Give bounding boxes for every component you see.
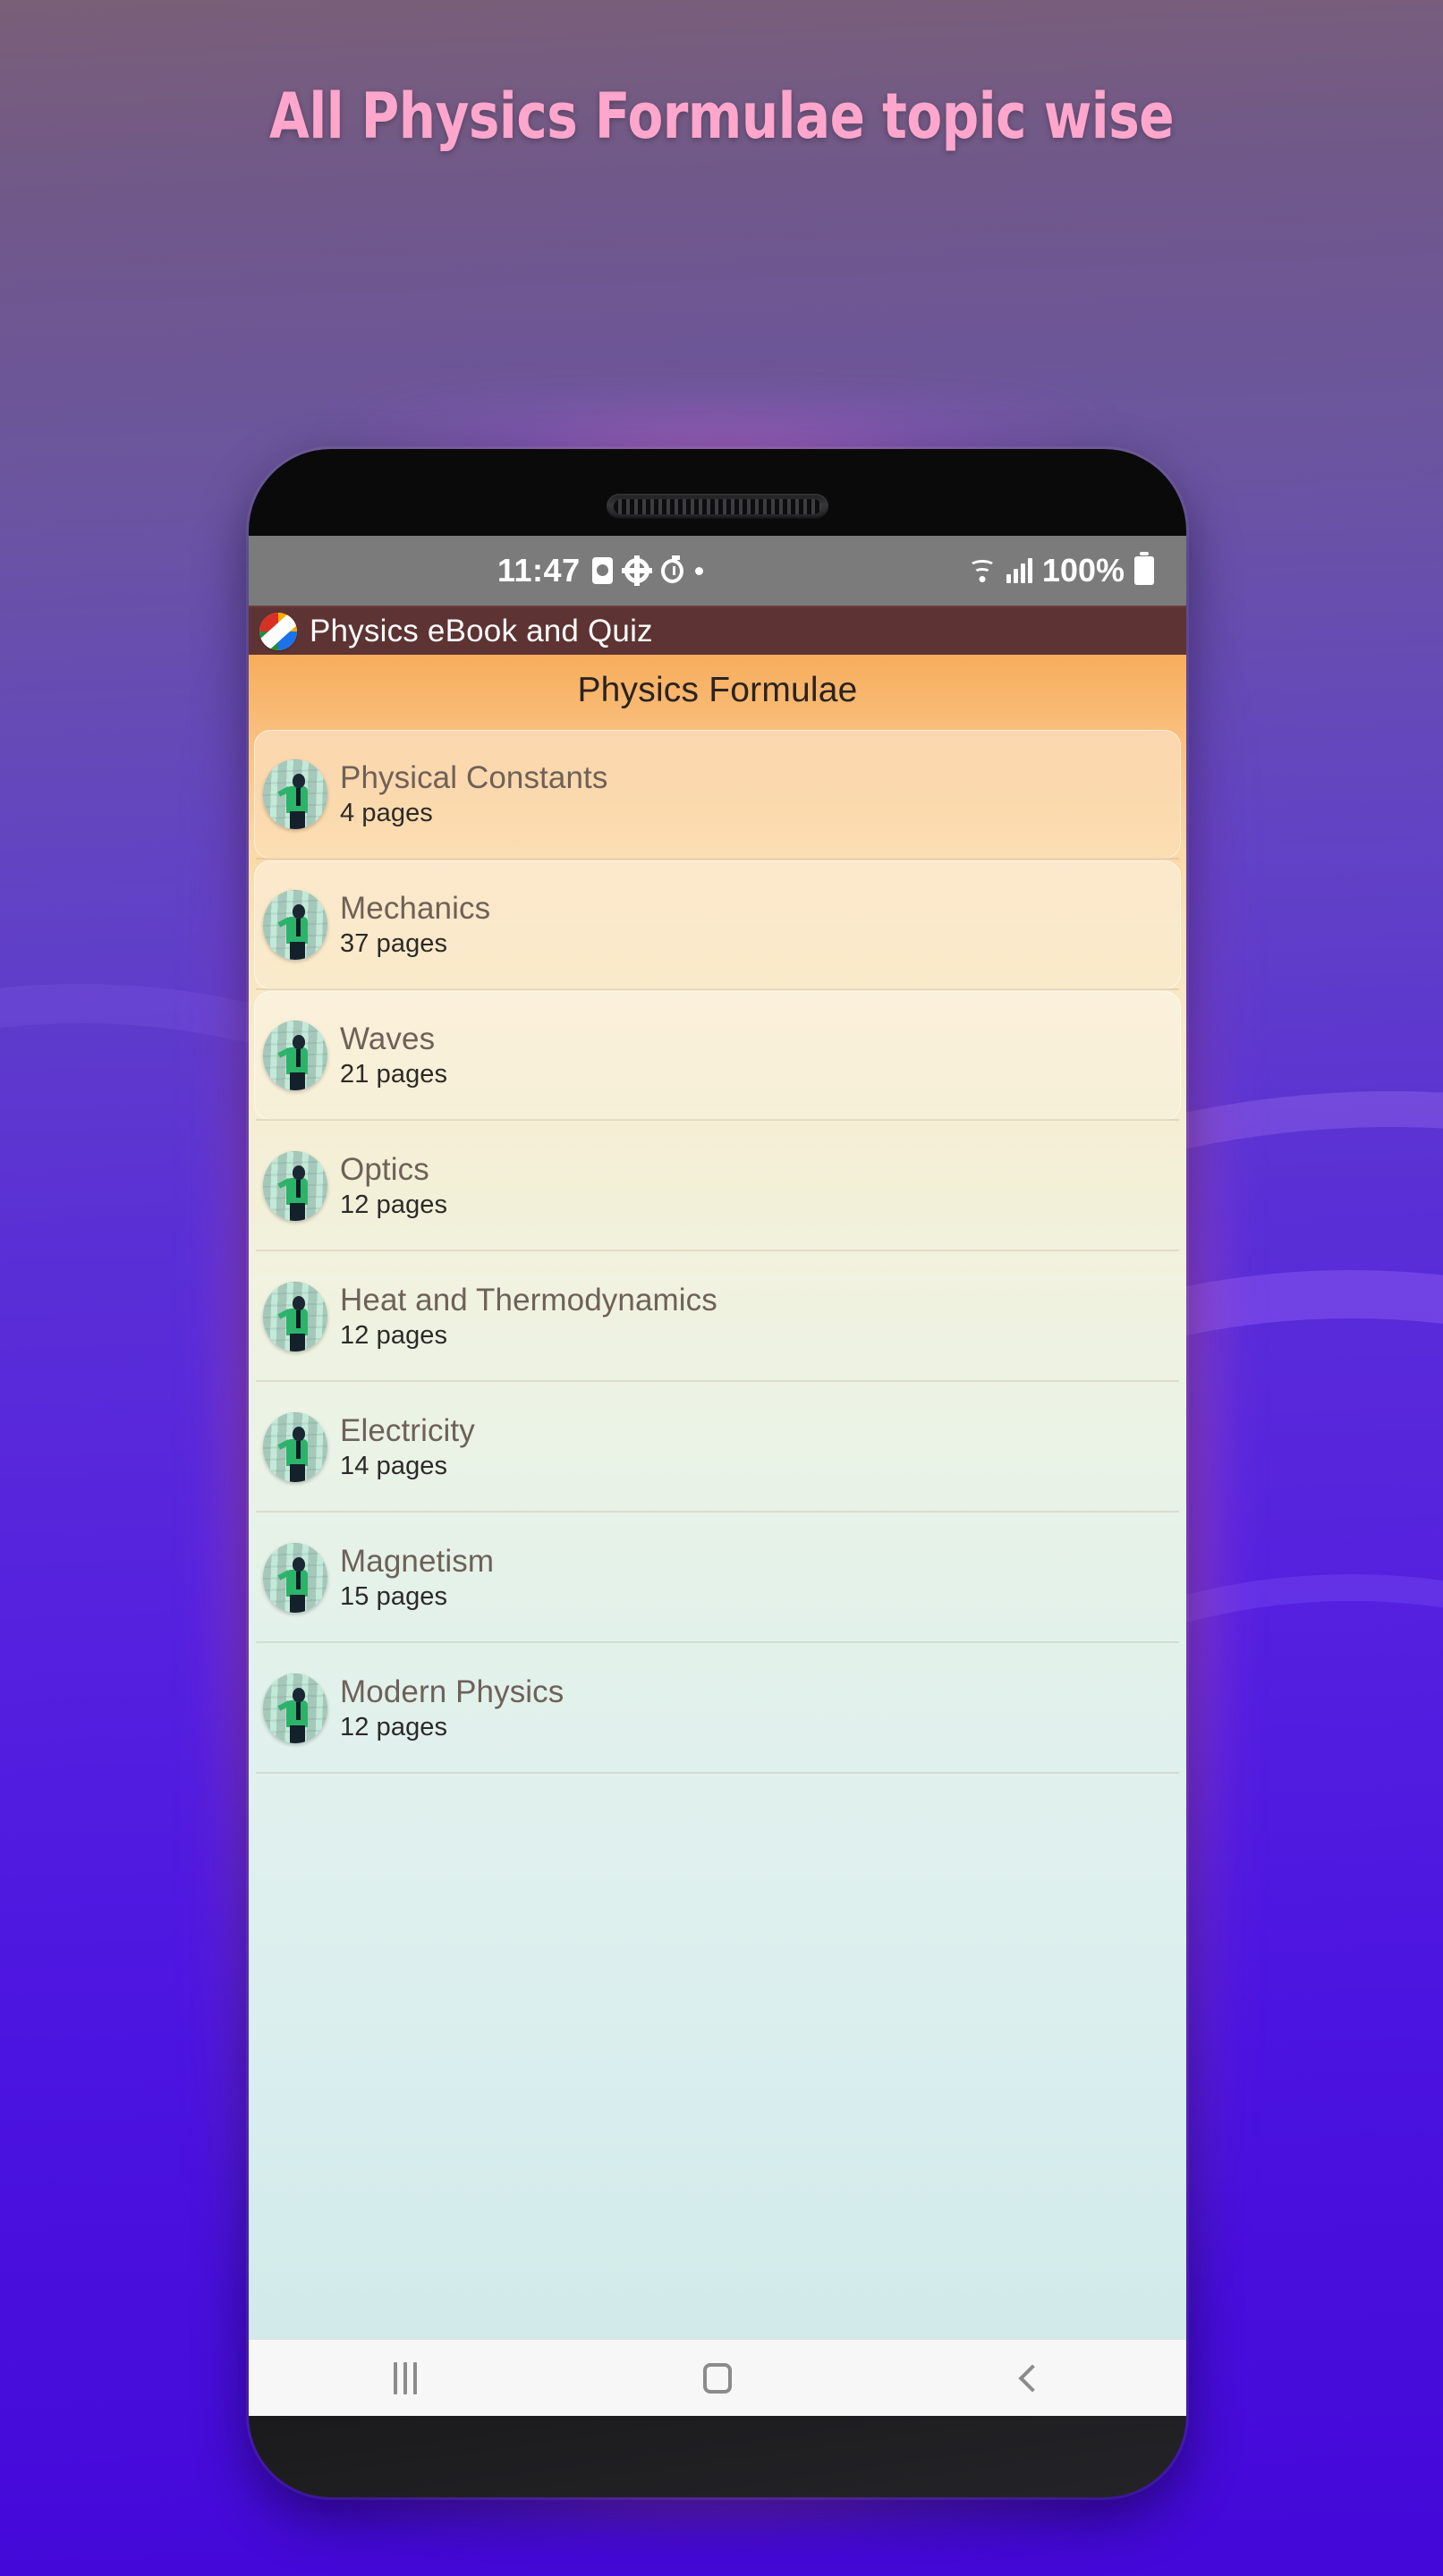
topic-list-item-text: Waves 21 pages [340,1023,447,1088]
chevron-left-icon [1018,2363,1047,2393]
avatar-head [293,1165,305,1180]
avatar-tie [296,1702,301,1720]
topic-page-count: 12 pages [340,1191,448,1219]
avatar-head [293,1296,305,1310]
avatar-head [293,1557,305,1572]
back-button[interactable] [874,2340,1186,2416]
content-area: Physics Formulae Physical Constants 4 pag… [249,655,1186,2339]
wifi-icon [968,559,997,582]
topic-page-count: 4 pages [340,799,433,827]
status-bar: 11:47 100% [249,536,1186,606]
topic-title: Waves [340,1021,436,1056]
topic-page-count: 14 pages [340,1452,448,1480]
recents-button[interactable] [249,2340,561,2416]
avatar-legs [290,1725,305,1743]
avatar-tie [296,1049,301,1067]
avatar-head [293,1035,305,1049]
topic-list-item-text: Heat and Thermodynamics 12 pages [340,1284,717,1349]
earpiece-grille [614,499,821,514]
avatar-head [293,1427,305,1441]
teacher-chalkboard-avatar-icon [263,1151,327,1221]
recents-icon [393,2361,417,2394]
topic-list: Physical Constants 4 pages Mechanics 37 pag… [249,730,1186,1774]
teacher-chalkboard-avatar-icon [263,890,327,960]
android-navigation-bar [249,2339,1186,2416]
topic-title: Modern Physics [340,1674,564,1709]
topic-list-item[interactable]: Magnetism 15 pages [254,1513,1181,1643]
home-button[interactable] [561,2340,873,2416]
topic-title: Mechanics [340,891,491,926]
app-bar: Physics eBook and Quiz [249,606,1186,655]
topic-page-count: 15 pages [340,1582,448,1611]
avatar-legs [290,1072,305,1090]
teacher-chalkboard-avatar-icon [263,1412,327,1482]
teacher-chalkboard-avatar-icon [263,1674,327,1743]
clock-badge-icon [591,557,613,584]
topic-list-item[interactable]: Physical Constants 4 pages [254,730,1181,860]
topic-list-item[interactable]: Heat and Thermodynamics 12 pages [254,1252,1181,1382]
topic-list-item-text: Optics 12 pages [340,1154,447,1218]
avatar-legs [290,811,305,829]
avatar-tie [296,1310,301,1328]
page-title: Physics Formulae [577,671,858,709]
dot-icon [694,566,703,575]
topic-list-item-text: Magnetism 15 pages [340,1546,494,1610]
topic-page-count: 21 pages [340,1060,448,1089]
status-bar-right-group: 100% [968,552,1154,589]
home-icon [702,2362,732,2394]
status-bar-left-group: 11:47 [497,552,703,589]
earpiece-speaker-icon [607,494,828,519]
topic-list-item[interactable]: Electricity 14 pages [254,1383,1181,1513]
topic-list-item[interactable]: Waves 21 pages [254,991,1181,1121]
promo-headline: All Physics Formulae topic wise [0,0,1443,233]
stopwatch-icon [660,555,683,583]
topic-list-item-text: Mechanics 37 pages [340,893,490,957]
avatar-tie [296,1441,301,1459]
teacher-chalkboard-avatar-icon [263,1282,327,1352]
topic-list-item-text: Physical Constants 4 pages [340,762,607,826]
avatar-legs [290,1203,305,1221]
topic-list-item-text: Modern Physics 12 pages [340,1676,564,1741]
status-bar-clock: 11:47 [497,552,581,589]
phone-screen: 11:47 100% Physics eBook and Quiz Physic… [249,536,1186,2416]
avatar-tie [296,1572,301,1589]
avatar-tie [296,1180,301,1198]
signal-bars-icon [1006,558,1032,583]
avatar-tie [296,788,301,806]
topic-list-item-text: Electricity 14 pages [340,1415,475,1479]
topic-page-count: 37 pages [340,929,448,958]
avatar-legs [290,1595,305,1613]
promo-graphic: All Physics Formulae topic wise 11:47 10… [0,0,1443,2576]
topic-title: Optics [340,1152,429,1187]
topic-list-item[interactable]: Optics 12 pages [254,1122,1181,1251]
promo-headline-text: All Physics Formulae topic wise [268,80,1175,153]
topic-page-count: 12 pages [340,1321,448,1350]
avatar-legs [290,1334,305,1352]
avatar-tie [296,919,301,936]
topic-title: Magnetism [340,1544,495,1579]
phone-mockup-frame: 11:47 100% Physics eBook and Quiz Physic… [249,449,1186,2497]
topic-list-item[interactable]: Modern Physics 12 pages [254,1644,1181,1774]
app-bar-title: Physics eBook and Quiz [310,613,653,648]
avatar-head [293,1688,305,1702]
avatar-head [293,774,305,788]
topic-title: Heat and Thermodynamics [340,1283,717,1318]
gear-icon [621,555,652,586]
teacher-chalkboard-avatar-icon [263,1543,327,1613]
teacher-chalkboard-avatar-icon [263,1021,327,1090]
topic-title: Electricity [340,1413,475,1448]
topic-list-item[interactable]: Mechanics 37 pages [254,860,1181,990]
teacher-chalkboard-avatar-icon [263,759,327,829]
topic-title: Physical Constants [340,760,608,795]
topic-page-count: 12 pages [340,1713,448,1741]
battery-full-icon [1134,552,1154,585]
avatar-legs [290,942,305,960]
battery-percent-label: 100% [1041,552,1125,589]
app-logo-pinwheel-icon [259,612,297,650]
avatar-head [293,904,305,919]
avatar-legs [290,1464,305,1482]
